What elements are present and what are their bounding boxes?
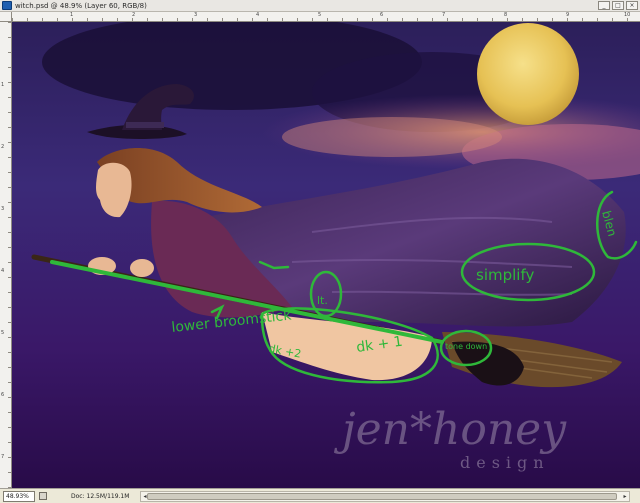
ruler-number: 7 [442,12,446,18]
witch-hand [130,259,154,277]
ruler-origin[interactable] [0,12,12,22]
zoom-level-field[interactable]: 48.93% [3,490,35,502]
document-canvas[interactable]: lower broomstick lt. dk +2 dk + 1 tone d… [12,22,640,488]
scroll-right-icon[interactable]: ▸ [621,492,629,501]
ruler-number: 1 [1,82,5,88]
vertical-ruler[interactable]: 1 2 3 4 5 6 7 [0,22,12,488]
ruler-number: 6 [1,392,5,398]
ruler-number: 4 [256,12,260,18]
annotation-lt: lt. [317,294,328,307]
ruler-number: 3 [1,206,5,212]
document-title-bar: witch.psd @ 48.9% (Layer 60, RGB/8) _ □ … [0,0,640,12]
ruler-number: 1 [70,12,74,18]
info-icon[interactable] [39,492,47,500]
ruler-number: 7 [1,454,5,460]
ruler-number: 2 [132,12,136,18]
photoshop-document-icon [2,1,12,10]
close-button[interactable]: × [626,1,638,10]
ruler-number: 10 [624,12,631,18]
annotation-tone-down: tone down [445,342,487,351]
horizontal-scrollbar[interactable]: ◂ ▸ [140,491,630,502]
document-title: witch.psd @ 48.9% (Layer 60, RGB/8) [15,1,147,10]
horizontal-ruler[interactable]: 1 2 3 4 5 6 7 8 9 10 [12,12,640,22]
ruler-number: 9 [566,12,570,18]
minimize-button[interactable]: _ [598,1,610,10]
scrollbar-thumb[interactable] [147,493,617,500]
watermark-sub: design [460,453,550,472]
window-controls: _ □ × [598,1,638,10]
ruler-number: 5 [1,330,5,336]
witch-painting: lower broomstick lt. dk +2 dk + 1 tone d… [12,22,640,488]
document-size: Doc: 12.5M/119.1M [71,492,130,500]
ruler-number: 6 [380,12,384,18]
annotation-simplify: simplify [476,266,534,284]
witch-hat-band [126,122,164,128]
ruler-number: 4 [1,268,5,274]
status-bar: 48.93% Doc: 12.5M/119.1M ▶ ◂ ▸ [0,488,640,503]
watermark-brand: jen*honey [333,404,567,455]
ruler-number: 3 [194,12,198,18]
maximize-button[interactable]: □ [612,1,624,10]
ruler-number: 2 [1,144,5,150]
ruler-number: 5 [318,12,322,18]
glowing-cloud [282,117,502,157]
full-moon [477,23,579,125]
ruler-number: 8 [504,12,508,18]
